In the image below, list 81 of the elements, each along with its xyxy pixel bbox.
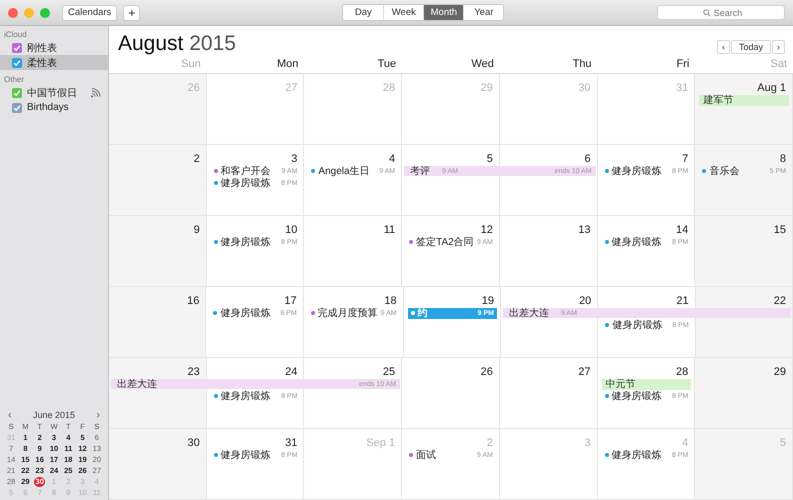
day-number: 31 bbox=[285, 437, 298, 449]
day-number: Aug 1 bbox=[757, 82, 787, 94]
day-number: 29 bbox=[774, 366, 787, 378]
group-title: iCloud bbox=[3, 29, 28, 40]
search-field[interactable]: Search bbox=[657, 5, 785, 20]
weekday-header: Wed bbox=[470, 58, 495, 70]
day-number: 2 bbox=[194, 153, 201, 165]
view-tab[interactable]: Month bbox=[423, 5, 464, 20]
day-number: 13 bbox=[578, 224, 592, 236]
day-number: 2 bbox=[486, 437, 494, 449]
day-number: 10 bbox=[285, 224, 298, 236]
event-dot bbox=[410, 311, 415, 315]
day-number: 4 bbox=[389, 153, 396, 165]
search-icon bbox=[703, 9, 711, 17]
day-number: 25 bbox=[382, 366, 396, 378]
day-number: 9 bbox=[194, 224, 201, 236]
day-number: 17 bbox=[284, 295, 298, 307]
weekday-header: Tue bbox=[376, 58, 398, 70]
calendar-checkbox[interactable] bbox=[12, 58, 22, 68]
mini-calendar-title: June 2015 bbox=[32, 410, 76, 420]
day-number: 5 bbox=[780, 437, 787, 449]
calendar-checkbox[interactable] bbox=[12, 42, 22, 52]
day-number: 21 bbox=[676, 295, 690, 307]
all-day-event[interactable]: 建军节 bbox=[699, 94, 789, 106]
today-button[interactable]: Today bbox=[730, 40, 771, 54]
weekday-header: Sun bbox=[180, 58, 202, 70]
day-number: 27 bbox=[285, 82, 298, 94]
day-number: 28 bbox=[382, 82, 396, 94]
add-button[interactable]: + bbox=[123, 4, 140, 20]
day-number: 31 bbox=[676, 82, 690, 94]
calendar-checkbox[interactable] bbox=[12, 88, 22, 98]
day-number: 29 bbox=[480, 82, 494, 94]
day-number: 7 bbox=[682, 153, 690, 165]
calendar-item[interactable]: Birthdays bbox=[0, 100, 108, 115]
day-number: 22 bbox=[774, 295, 787, 307]
previous-button[interactable]: ‹ bbox=[716, 40, 730, 54]
day-number: 5 bbox=[486, 153, 494, 165]
day-number: 11 bbox=[384, 224, 396, 236]
calendar-checkbox[interactable] bbox=[12, 102, 22, 112]
next-button[interactable]: › bbox=[772, 40, 785, 54]
day-number: 24 bbox=[285, 366, 298, 378]
view-tab[interactable]: Week bbox=[383, 5, 424, 20]
day-number: 26 bbox=[187, 82, 201, 94]
weekday-header: Sat bbox=[769, 58, 788, 70]
minimize-button[interactable] bbox=[24, 8, 34, 18]
zoom-button[interactable] bbox=[40, 8, 50, 18]
day-number: 3 bbox=[584, 437, 592, 449]
group-title: Other bbox=[3, 74, 26, 85]
view-tab[interactable]: Day bbox=[343, 5, 384, 20]
day-number: 23 bbox=[187, 366, 201, 378]
day-number: 4 bbox=[682, 437, 690, 449]
day-number: 19 bbox=[482, 295, 495, 307]
day-number: Sep 1 bbox=[366, 437, 396, 449]
weekday-header: Fri bbox=[675, 58, 690, 70]
day-number: 12 bbox=[480, 224, 494, 236]
day-number: 18 bbox=[384, 295, 398, 307]
day-number: 3 bbox=[291, 153, 298, 165]
day-number: 8 bbox=[780, 153, 787, 165]
day-number: 16 bbox=[187, 295, 200, 307]
weekday-header: Mon bbox=[276, 58, 300, 70]
calendars-button[interactable]: Calendars bbox=[62, 4, 118, 20]
calendar-item[interactable]: 刚性表 bbox=[0, 40, 108, 55]
month-title: August 2015 bbox=[118, 32, 236, 56]
view-tab[interactable]: Year bbox=[463, 5, 504, 20]
day-number: 30 bbox=[187, 437, 201, 449]
day-number: 28 bbox=[676, 366, 690, 378]
all-day-event[interactable]: 中元节 bbox=[602, 378, 692, 390]
weekday-header: Thu bbox=[572, 58, 593, 70]
close-button[interactable] bbox=[8, 8, 18, 18]
previous-month-button[interactable]: ‹ bbox=[8, 409, 12, 421]
day-number: 26 bbox=[480, 366, 494, 378]
day-number: 14 bbox=[676, 224, 690, 236]
broadcast-icon bbox=[90, 88, 102, 98]
day-number: 15 bbox=[774, 224, 787, 236]
calendar-item[interactable]: 柔性表 bbox=[0, 55, 108, 70]
day-number: 6 bbox=[584, 153, 592, 165]
day-number: 20 bbox=[579, 295, 592, 307]
day-number: 30 bbox=[578, 82, 592, 94]
calendar-item[interactable]: 中国节假日 bbox=[0, 85, 108, 100]
next-month-button[interactable]: › bbox=[96, 409, 100, 421]
day-number: 27 bbox=[578, 366, 592, 378]
